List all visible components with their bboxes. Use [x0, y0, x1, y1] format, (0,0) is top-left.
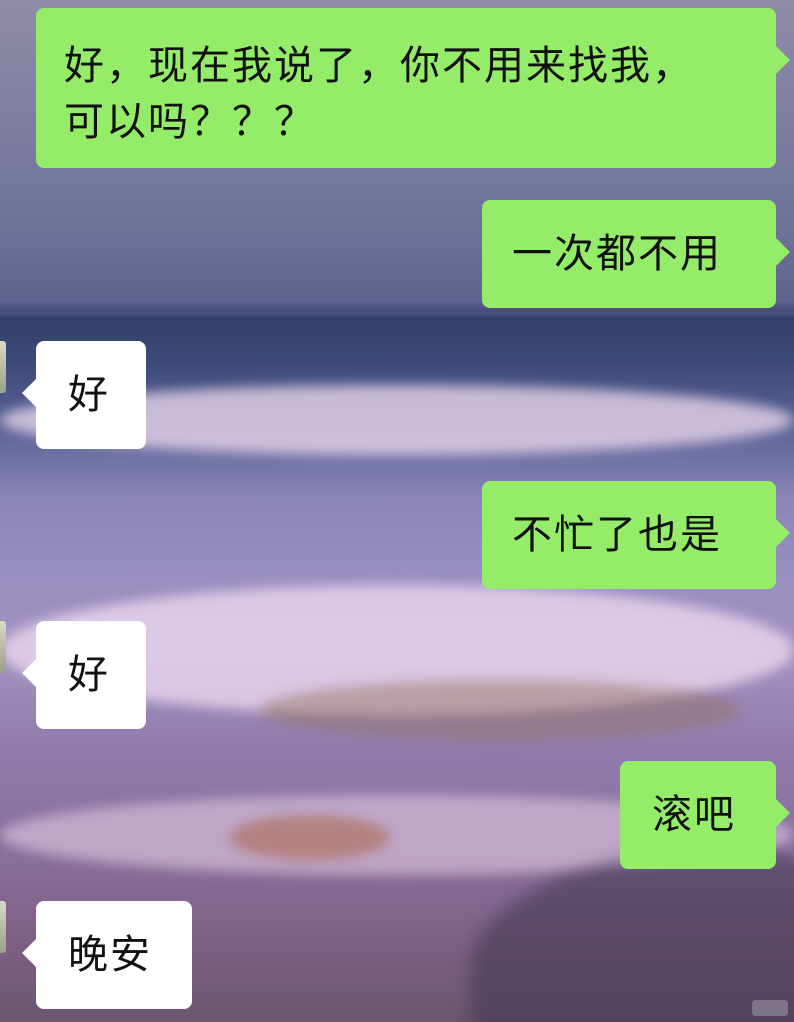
message-text: 好	[68, 652, 110, 698]
message-bubble-received[interactable]: 晚安	[22, 901, 192, 1009]
wave-sand	[230, 815, 390, 860]
message-bubble-sent[interactable]: 不忙了也是	[482, 481, 790, 589]
message-bubble-sent[interactable]: 滚吧	[620, 761, 790, 869]
wave-sand	[260, 680, 740, 740]
message-text: 好，现在我说了，你不用来找我，	[64, 43, 694, 89]
message-bubble-received[interactable]: 好	[22, 341, 146, 449]
message-text: 好	[68, 372, 110, 418]
message-text: 滚吧	[652, 792, 736, 838]
watermark-logo	[752, 1000, 788, 1016]
contact-avatar[interactable]	[0, 621, 6, 673]
message-bubble-received[interactable]: 好	[22, 621, 146, 729]
contact-avatar[interactable]	[0, 901, 6, 953]
message-text: 晚安	[68, 932, 152, 978]
message-text: 不忙了也是	[512, 512, 722, 558]
message-text: 一次都不用	[512, 231, 722, 277]
contact-avatar[interactable]	[0, 341, 6, 393]
chat-screen: 好，现在我说了，你不用来找我， 可以吗？？？ 一次都不用 好 不忙了也是 好 滚…	[0, 0, 794, 1022]
shore-rock	[470, 850, 794, 1022]
sea-horizon	[0, 312, 794, 320]
message-bubble-sent[interactable]: 好，现在我说了，你不用来找我， 可以吗？？？	[36, 8, 790, 168]
message-bubble-sent[interactable]: 一次都不用	[482, 200, 790, 308]
message-text: 可以吗？？？	[64, 99, 316, 145]
